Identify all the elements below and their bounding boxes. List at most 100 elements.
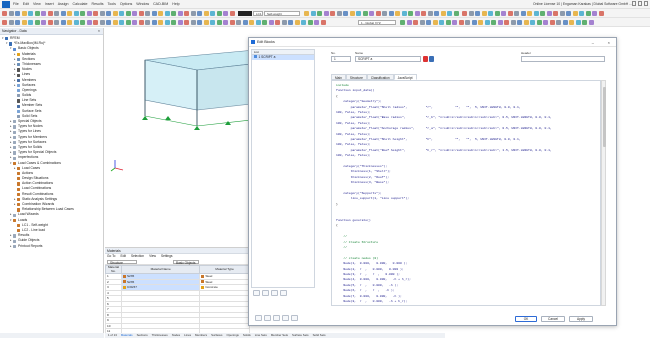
toolbar-tool-icon[interactable] [132, 20, 137, 25]
menu-item[interactable]: Help [172, 2, 179, 6]
toolbar-tool-icon[interactable] [216, 20, 222, 25]
toolbar-tool-icon[interactable] [475, 11, 480, 16]
toolbar-tool-icon[interactable] [543, 20, 548, 25]
toolbar-tool-icon[interactable] [15, 20, 20, 25]
toolbar-tool-icon[interactable] [523, 20, 529, 25]
flag-icon[interactable] [423, 56, 428, 62]
cancel-button[interactable]: Cancel [541, 316, 565, 322]
info-icon[interactable] [264, 315, 271, 321]
toolbar-tool-icon[interactable] [242, 20, 248, 25]
move-block-icon[interactable] [271, 290, 278, 296]
toolbar-tool-icon[interactable] [447, 11, 452, 16]
toolbar-tool-icon[interactable] [15, 11, 20, 16]
toolbar-tool-icon[interactable] [336, 11, 342, 16]
coordinate-system-select[interactable]: 1 - Global XYZ [358, 20, 396, 25]
toolbar-tool-icon[interactable] [138, 20, 144, 25]
toolbar-tool-icon[interactable] [408, 11, 413, 16]
toolbar-tool-icon[interactable] [566, 11, 571, 16]
toolbar-tool-icon[interactable] [60, 20, 66, 25]
basic-objects-select[interactable]: Basic Objects [173, 259, 199, 264]
toolbar-tool-icon[interactable] [203, 20, 209, 25]
toolbar-tool-icon[interactable] [177, 20, 183, 25]
toolbar-tool-icon[interactable] [54, 20, 59, 25]
toolbar-tool-icon[interactable] [453, 11, 459, 16]
materials-menu-item[interactable]: Go To [107, 254, 115, 259]
toolbar-tool-icon[interactable] [164, 11, 170, 16]
toolbar-tool-icon[interactable] [41, 20, 46, 25]
toolbar-tool-icon[interactable] [426, 20, 431, 25]
toolbar-tool-icon[interactable] [468, 11, 474, 16]
toolbar-tool-icon[interactable] [440, 11, 446, 16]
toolbar-tool-icon[interactable] [314, 20, 319, 25]
toolbar-tool-icon[interactable] [158, 20, 163, 25]
menu-item[interactable]: Results [92, 2, 104, 6]
toolbar-tool-icon[interactable] [203, 11, 209, 16]
toolbar-tool-icon[interactable] [93, 20, 98, 25]
toolbar-tool-icon[interactable] [323, 11, 329, 16]
toolbar-tool-icon[interactable] [382, 11, 387, 16]
toolbar-tool-icon[interactable] [229, 20, 235, 25]
toolbar-tool-icon[interactable] [588, 20, 594, 25]
toolbar-tool-icon[interactable] [481, 11, 487, 16]
table-tab[interactable]: Surfaces [211, 333, 222, 338]
toolbar-tool-icon[interactable] [268, 20, 274, 25]
toolbar-tool-icon[interactable] [452, 20, 457, 25]
toolbar-tool-icon[interactable] [517, 20, 522, 25]
toolbar-tool-icon[interactable] [73, 20, 79, 25]
settings-icon[interactable] [282, 315, 289, 321]
table-tab[interactable]: Nodes [172, 333, 180, 338]
toolbar-tool-icon[interactable] [546, 11, 552, 16]
toolbar-tool-icon[interactable] [510, 20, 516, 25]
toolbar-tool-icon[interactable] [356, 11, 361, 16]
javascript-editor[interactable]: include function input_data(){ category("… [331, 80, 601, 306]
col-header-name[interactable]: Material Name [120, 264, 201, 275]
minimize-icon[interactable] [632, 1, 636, 6]
menu-item[interactable]: Edit [23, 2, 29, 6]
toolbar-tool-icon[interactable] [197, 11, 202, 16]
toolbar-tool-icon[interactable] [572, 11, 578, 16]
toolbar-tool-icon[interactable] [527, 11, 532, 16]
menu-item[interactable]: File [13, 2, 19, 6]
toolbar-tool-icon[interactable] [47, 11, 53, 16]
toolbar-tool-icon[interactable] [125, 20, 131, 25]
toolbar-tool-icon[interactable] [236, 20, 241, 25]
toolbar-tool-icon[interactable] [73, 11, 79, 16]
toolbar-tool-icon[interactable] [439, 20, 444, 25]
toolbar-tool-icon[interactable] [520, 11, 526, 16]
toolbar-tool-icon[interactable] [34, 11, 40, 16]
toolbar-tool-icon[interactable] [471, 20, 477, 25]
minimize-icon[interactable]: – [592, 38, 594, 47]
toolbar-tool-icon[interactable] [395, 11, 400, 16]
toolbar-tool-icon[interactable] [171, 20, 176, 25]
table-tab[interactable]: Materials [121, 333, 133, 338]
toolbar-tool-icon[interactable] [562, 20, 568, 25]
toolbar-tool-icon[interactable] [569, 20, 574, 25]
toolbar-tool-icon[interactable] [86, 11, 92, 16]
table-tab[interactable]: Thicknesses [152, 333, 168, 338]
table-tab[interactable]: Openings [227, 333, 239, 338]
navigator-tree-item[interactable]: ▸ Printout Reports [0, 244, 103, 249]
toolbar-tool-icon[interactable] [177, 11, 183, 16]
toolbar-tool-icon[interactable] [307, 20, 313, 25]
toolbar-tool-icon[interactable] [190, 11, 196, 16]
toolbar-tool-icon[interactable] [164, 20, 170, 25]
toolbar-tool-icon[interactable] [434, 11, 439, 16]
toolbar-tool-icon[interactable] [125, 11, 131, 16]
new-block-icon[interactable] [253, 290, 260, 296]
no-field[interactable]: 1 [331, 56, 351, 62]
table-tab[interactable]: 1 of 13 [108, 333, 117, 338]
toolbar-tool-icon[interactable] [369, 11, 374, 16]
materials-menu-item[interactable]: Edit [120, 254, 126, 259]
close-icon[interactable]: × [608, 38, 610, 47]
toolbar-tool-icon[interactable] [106, 11, 111, 16]
table-tab[interactable]: Member Sets [271, 333, 288, 338]
toolbar-tool-icon[interactable] [223, 11, 228, 16]
close-icon[interactable]: × [98, 28, 100, 35]
toolbar-tool-icon[interactable] [8, 20, 14, 25]
help-icon[interactable] [291, 315, 298, 321]
loadcase-code[interactable]: LC1 [253, 11, 263, 16]
toolbar-tool-icon[interactable] [491, 20, 496, 25]
toolbar-tool-icon[interactable] [229, 11, 235, 16]
toolbar-tool-icon[interactable] [445, 20, 451, 25]
toolbar-tool-icon[interactable] [190, 20, 196, 25]
